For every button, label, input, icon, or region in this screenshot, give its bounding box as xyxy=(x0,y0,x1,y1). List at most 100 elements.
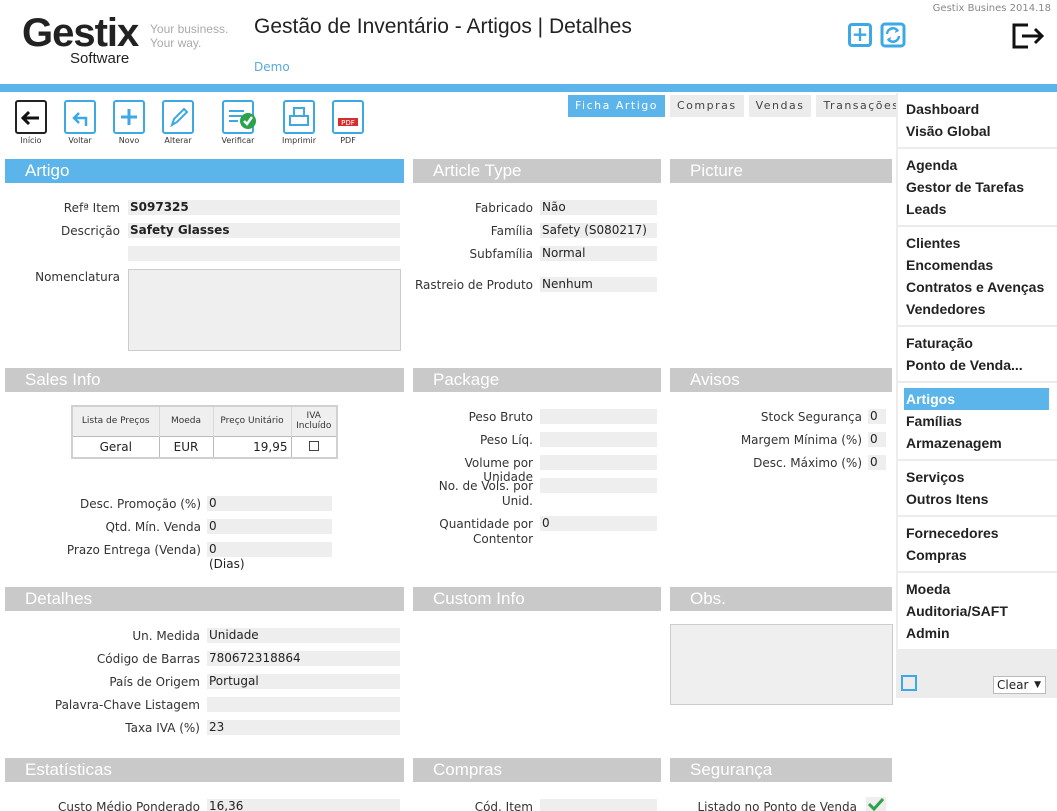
custo-medio-label: Custo Médio Ponderado xyxy=(58,800,200,811)
description-label: Descrição xyxy=(60,224,120,238)
un-medida-field[interactable]: Unidade xyxy=(207,628,400,643)
sidebar-group: Serviços Outros Itens xyxy=(898,461,1057,515)
sidebar-item-gestor-tarefas[interactable]: Gestor de Tarefas xyxy=(906,176,1049,198)
add-window-icon[interactable]: + xyxy=(848,23,872,47)
barcode-field[interactable]: 780672318864 xyxy=(207,651,400,666)
nomenclatura-textarea[interactable] xyxy=(128,269,401,351)
home-button[interactable]: Início xyxy=(11,100,51,145)
sidebar-item-agenda[interactable]: Agenda xyxy=(906,154,1049,176)
sidebar-toggle-icon[interactable] xyxy=(901,675,917,691)
sidebar-group: Moeda Auditoria/SAFT Admin xyxy=(898,573,1057,649)
sidebar-item-fornecedores[interactable]: Fornecedores xyxy=(906,522,1049,544)
tab-vendas[interactable]: Vendas xyxy=(748,95,812,117)
sidebar-item-visao-global[interactable]: Visão Global xyxy=(906,120,1049,142)
sidebar-item-artigos[interactable]: Artigos xyxy=(904,388,1049,410)
verify-button[interactable]: Verificar xyxy=(218,100,258,145)
sidebar-item-moeda[interactable]: Moeda xyxy=(906,578,1049,600)
desc-maximo-field[interactable]: 0 xyxy=(868,455,886,470)
logo-main-text: Gestix xyxy=(22,11,139,55)
iva-included-checkbox[interactable] xyxy=(308,440,319,451)
panel-header-estatisticas: Estatísticas xyxy=(5,758,404,782)
sidebar-group: Dashboard Visão Global xyxy=(898,93,1057,147)
sidebar-item-ponto-venda[interactable]: Ponto de Venda... xyxy=(906,354,1049,376)
sidebar-item-dashboard[interactable]: Dashboard xyxy=(906,98,1049,120)
palavra-chave-field[interactable] xyxy=(207,697,400,712)
sidebar-item-servicos[interactable]: Serviços xyxy=(906,466,1049,488)
sidebar-item-clientes[interactable]: Clientes xyxy=(906,232,1049,254)
num-vols-field[interactable] xyxy=(540,478,657,493)
description-extra-field[interactable] xyxy=(128,246,400,261)
familia-field[interactable]: Safety (S080217) xyxy=(540,223,657,238)
column-header-iva: IVA Incluído xyxy=(291,406,338,436)
back-button[interactable]: Voltar xyxy=(60,100,100,145)
cod-item-field[interactable] xyxy=(540,799,657,811)
panel-header-artigo: Artigo xyxy=(5,159,404,183)
clear-select[interactable]: Clear ▼ xyxy=(993,676,1046,694)
logo-sub-text: Software xyxy=(70,50,130,67)
sidebar-group: Fornecedores Compras xyxy=(898,517,1057,571)
qtd-min-field[interactable]: 0 xyxy=(207,519,332,534)
prazo-field[interactable]: 0 xyxy=(207,542,332,557)
pais-origem-field[interactable]: Portugal xyxy=(207,674,400,689)
rastreio-field[interactable]: Nenhum xyxy=(540,277,657,292)
custo-medio-field: 16,36 xyxy=(207,799,400,811)
peso-bruto-field[interactable] xyxy=(540,409,657,424)
sidebar-item-leads[interactable]: Leads xyxy=(906,198,1049,220)
sidebar-item-armazenagem[interactable]: Armazenagem xyxy=(906,432,1049,454)
sidebar-item-admin[interactable]: Admin xyxy=(906,622,1049,644)
top-accent-bar xyxy=(0,84,1057,92)
margem-minima-label: Margem Mínima (%) xyxy=(740,433,862,447)
panel-header-sales-info: Sales Info xyxy=(5,368,404,392)
panel-header-obs: Obs. xyxy=(670,587,892,611)
tab-ficha-artigo[interactable]: Ficha Artigo xyxy=(568,95,665,117)
sidebar-item-encomendas[interactable]: Encomendas xyxy=(906,254,1049,276)
edit-button[interactable]: Alterar xyxy=(158,100,198,145)
sidebar-item-vendedores[interactable]: Vendedores xyxy=(906,298,1049,320)
page-title: Gestão de Inventário - Artigos | Detalhe… xyxy=(254,15,632,38)
logout-icon[interactable] xyxy=(1010,22,1046,50)
qtd-contentor-label: Quantidade por Contentor xyxy=(439,517,533,546)
ref-item-field[interactable]: S097325 xyxy=(128,200,400,215)
subfamilia-field[interactable]: Normal xyxy=(540,246,657,261)
qtd-contentor-field[interactable]: 0 xyxy=(540,516,657,531)
subfamilia-label: Subfamília xyxy=(469,247,533,261)
tab-compras[interactable]: Compras xyxy=(669,95,744,117)
sidebar-item-outros-itens[interactable]: Outros Itens xyxy=(906,488,1049,510)
refresh-window-icon[interactable] xyxy=(880,22,906,48)
sidebar-item-contratos[interactable]: Contratos e Avenças xyxy=(906,276,1049,298)
column-header-lista: Lista de Preços xyxy=(72,406,160,436)
sidebar-item-auditoria[interactable]: Auditoria/SAFT xyxy=(906,600,1049,622)
column-header-moeda: Moeda xyxy=(159,406,214,436)
verify-check-icon xyxy=(222,100,256,134)
tab-transacoes[interactable]: Transações xyxy=(816,95,907,117)
cell-lista: Geral xyxy=(71,435,160,459)
un-medida-label: Un. Medida xyxy=(132,629,200,643)
peso-liq-field[interactable] xyxy=(540,432,657,447)
familia-label: Família xyxy=(490,224,533,238)
prazo-label: Prazo Entrega (Venda) xyxy=(66,543,201,557)
stock-seguranca-field[interactable]: 0 xyxy=(868,409,886,424)
column-header-preco: Preço Unitário xyxy=(213,406,292,436)
company-link[interactable]: Demo xyxy=(254,60,290,74)
listado-pos-checkbox[interactable] xyxy=(866,797,886,811)
gestix-logo[interactable]: Gestix Software xyxy=(22,11,139,67)
sidebar-item-compras[interactable]: Compras xyxy=(906,544,1049,566)
sidebar-item-faturacao[interactable]: Faturação xyxy=(906,332,1049,354)
table-row[interactable]: Geral EUR 19,95 xyxy=(71,435,338,459)
print-button[interactable]: Imprimir xyxy=(279,100,319,145)
obs-textarea[interactable] xyxy=(670,624,893,705)
margem-minima-field[interactable]: 0 xyxy=(868,432,886,447)
fabricado-field[interactable]: Não xyxy=(540,200,657,215)
listado-pos-label: Listado no Ponto de Venda xyxy=(697,800,857,811)
detail-tabs: Ficha Artigo Compras Vendas Transações xyxy=(568,95,907,117)
taxa-iva-field[interactable]: 23 xyxy=(207,720,400,735)
new-button[interactable]: Novo xyxy=(109,100,149,145)
pdf-button[interactable]: PDF PDF xyxy=(328,100,368,145)
sidebar-item-familias[interactable]: Famílias xyxy=(906,410,1049,432)
desc-maximo-label: Desc. Máximo (%) xyxy=(753,456,862,470)
volume-field[interactable] xyxy=(540,455,657,470)
desc-promo-field[interactable]: 0 xyxy=(207,496,332,511)
stock-seguranca-label: Stock Segurança xyxy=(760,410,862,424)
description-field[interactable]: Safety Glasses xyxy=(128,223,400,238)
back-arrow-icon xyxy=(64,100,96,134)
